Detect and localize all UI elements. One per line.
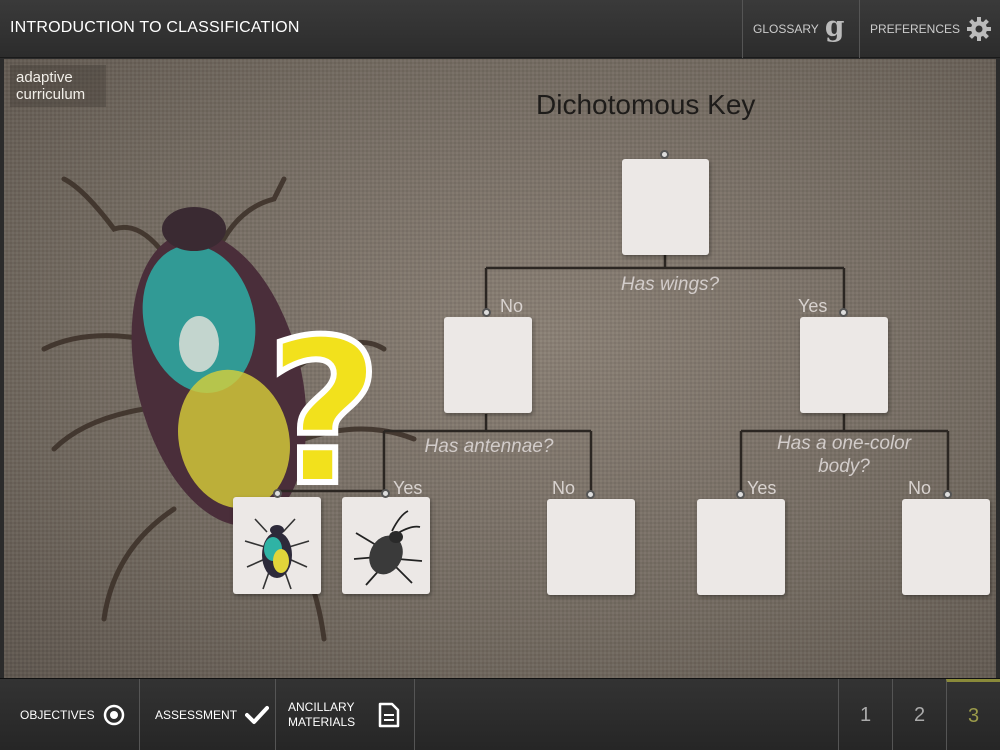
objectives-label: OBJECTIVES — [20, 708, 95, 722]
pin-dark-beetle — [381, 489, 390, 498]
question-one-color-line1: Has a one-color — [776, 433, 912, 454]
ancillary-materials-button[interactable]: ANCILLARY MATERIALS — [276, 679, 415, 750]
pin-one-color — [736, 490, 745, 499]
assessment-label: ASSESSMENT — [155, 708, 238, 722]
glossary-button[interactable]: GLOSSARY g — [742, 0, 859, 58]
page-3-button[interactable]: 3 — [946, 679, 1000, 750]
key-multi-color-node[interactable] — [902, 499, 990, 595]
label-yes-3: Yes — [747, 478, 777, 498]
pin-no-wings — [482, 308, 491, 317]
page-1-button[interactable]: 1 — [838, 679, 892, 750]
colorful-beetle-image — [244, 518, 310, 590]
label-yes-1: Yes — [798, 296, 828, 316]
document-icon — [378, 702, 400, 728]
question-has-wings: Has wings? — [620, 274, 720, 295]
bottom-bar: OBJECTIVES ASSESSMENT ANCILLARY MATERIAL… — [0, 678, 1000, 750]
objectives-button[interactable]: OBJECTIVES — [0, 679, 140, 750]
label-no-3: No — [908, 478, 932, 498]
glossary-g-icon: g — [824, 9, 845, 43]
page-title: INTRODUCTION TO CLASSIFICATION — [10, 19, 300, 36]
gear-icon — [967, 17, 992, 41]
key-no-antennae-node[interactable] — [547, 499, 635, 595]
pin-colorful-beetle — [273, 489, 282, 498]
key-root-node[interactable] — [622, 159, 709, 255]
pin-has-wings — [839, 308, 848, 317]
pin-no-antennae — [586, 490, 595, 499]
checkmark-icon — [245, 706, 270, 724]
key-one-color-node[interactable] — [697, 499, 785, 595]
activity-stage: adaptive curriculum ? Dichotomous Key Ha… — [4, 59, 996, 678]
question-has-antennae: Has antennae? — [424, 436, 554, 457]
label-yes-2: Yes — [393, 478, 423, 498]
label-no-2: No — [552, 478, 576, 498]
label-no-1: No — [500, 296, 524, 316]
glossary-label: GLOSSARY — [753, 22, 819, 36]
key-has-wings-node[interactable] — [800, 317, 888, 413]
dark-beetle-image — [353, 510, 423, 586]
beetle-card-dark[interactable] — [342, 497, 430, 594]
key-no-wings-node[interactable] — [444, 317, 532, 413]
beetle-card-colorful[interactable] — [233, 497, 321, 594]
preferences-button[interactable]: PREFERENCES — [859, 0, 1000, 58]
pin-root — [660, 150, 669, 159]
page-2-button[interactable]: 2 — [892, 679, 946, 750]
target-icon — [103, 704, 124, 726]
ancillary-label: ANCILLARY MATERIALS — [288, 700, 356, 729]
assessment-button[interactable]: ASSESSMENT — [140, 679, 276, 750]
question-one-color-line2: body? — [818, 456, 870, 477]
top-bar: INTRODUCTION TO CLASSIFICATION GLOSSARY … — [0, 0, 1000, 58]
preferences-label: PREFERENCES — [870, 22, 961, 36]
pin-multi-color — [943, 490, 952, 499]
